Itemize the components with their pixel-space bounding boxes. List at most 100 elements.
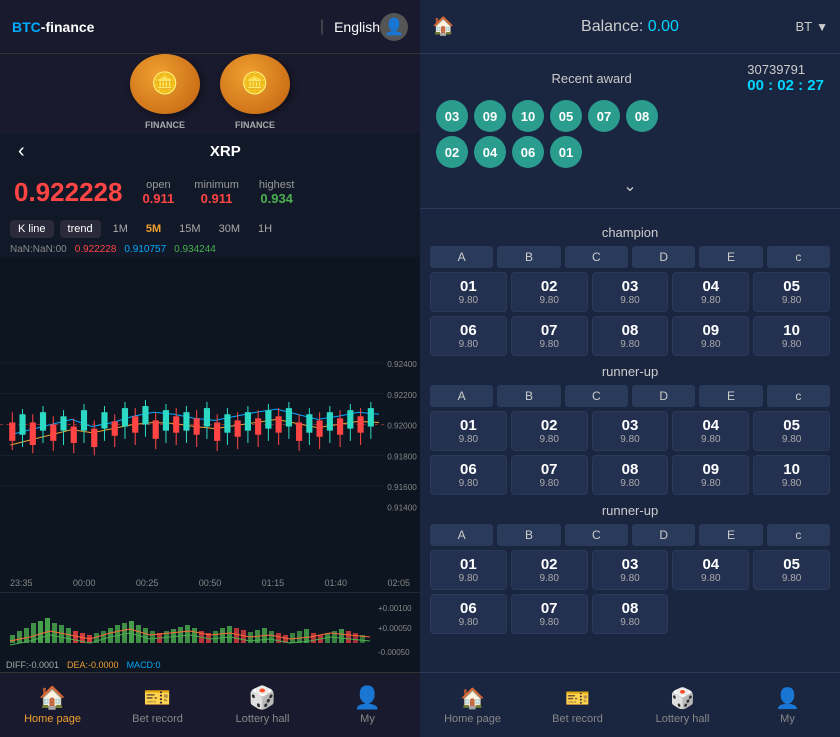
ru1-col-e[interactable]: E <box>699 385 762 407</box>
col-a[interactable]: A <box>430 246 493 268</box>
ru2-bet-07[interactable]: 079.80 <box>511 594 588 634</box>
rnav-lottery[interactable]: 🎲 Lottery hall <box>630 686 735 725</box>
betting-section: champion A B C D E c 019.80 029.80 039.8… <box>420 209 840 672</box>
my-icon: 👤 <box>354 685 381 711</box>
right-bottom-nav: 🏠 Home page 🎫 Bet record 🎲 Lottery hall … <box>420 672 840 737</box>
ru2-bet-08[interactable]: 089.80 <box>592 594 669 634</box>
recent-award-section: Recent award 30739791 00 : 02 : 27 03 09… <box>420 54 840 209</box>
ru2-bet-06[interactable]: 069.80 <box>430 594 507 634</box>
nav-lottery-label: Lottery hall <box>236 713 290 725</box>
col-e[interactable]: E <box>699 246 762 268</box>
ru1-col-c[interactable]: C <box>565 385 628 407</box>
rnav-bet-record[interactable]: 🎫 Bet record <box>525 686 630 725</box>
min-stat: minimum 0.911 <box>194 179 239 206</box>
ru1-bet-02[interactable]: 029.80 <box>511 411 588 451</box>
time-1m[interactable]: 1M <box>107 220 134 238</box>
ru2-bet-01[interactable]: 019.80 <box>430 550 507 590</box>
kline-button[interactable]: K line <box>10 220 54 238</box>
ru1-col-b[interactable]: B <box>497 385 560 407</box>
coin-name-bar: ‹ XRP <box>0 134 420 169</box>
rnav-my[interactable]: 👤 My <box>735 686 840 725</box>
ru2-col-a[interactable]: A <box>430 524 493 546</box>
ball-09: 09 <box>474 100 506 132</box>
time-1h[interactable]: 1H <box>252 220 278 238</box>
col-b[interactable]: B <box>497 246 560 268</box>
bet-cell-05[interactable]: 059.80 <box>753 272 830 312</box>
nan-label: NaN:NaN:00 <box>10 244 67 255</box>
nav-lottery[interactable]: 🎲 Lottery hall <box>210 681 315 729</box>
nav-my-label: My <box>360 713 375 725</box>
ball-07: 07 <box>588 100 620 132</box>
ru2-col-d[interactable]: D <box>632 524 695 546</box>
time-30m[interactable]: 30M <box>213 220 246 238</box>
ru1-bet-07[interactable]: 079.80 <box>511 455 588 495</box>
chart-controls: K line trend 1M 5M 15M 30M 1H <box>0 216 420 242</box>
macd-labels-bar: DIFF:-0.0001 DEA:-0.0000 MACD:0 <box>6 660 161 670</box>
finance-coin-1: 🪙 FINANCE <box>130 54 200 114</box>
rnav-home[interactable]: 🏠 Home page <box>420 686 525 725</box>
bet-cell-06[interactable]: 069.80 <box>430 316 507 356</box>
balance-display: Balance: 0.00 <box>464 18 795 36</box>
ru1-bet-03[interactable]: 039.80 <box>592 411 669 451</box>
ru2-bet-02[interactable]: 029.80 <box>511 550 588 590</box>
col-c[interactable]: C <box>565 246 628 268</box>
ru1-bet-05[interactable]: 059.80 <box>753 411 830 451</box>
ru2-bet-04[interactable]: 049.80 <box>672 550 749 590</box>
nav-home-label: Home page <box>24 713 81 725</box>
ru2-col-e[interactable]: E <box>699 524 762 546</box>
ru1-col-a[interactable]: A <box>430 385 493 407</box>
diff-value: DIFF:-0.0001 <box>6 660 59 670</box>
bet-cell-02[interactable]: 029.80 <box>511 272 588 312</box>
balls-row1: 03 09 10 05 07 08 <box>436 100 824 132</box>
time-15m[interactable]: 15M <box>173 220 206 238</box>
ball-03: 03 <box>436 100 468 132</box>
nav-bet-record[interactable]: 🎫 Bet record <box>105 681 210 729</box>
nav-home[interactable]: 🏠 Home page <box>0 681 105 729</box>
ru1-bet-06[interactable]: 069.80 <box>430 455 507 495</box>
ru2-bet-05[interactable]: 059.80 <box>753 550 830 590</box>
language-selector[interactable]: English <box>334 19 380 35</box>
finance-coin-2: 🪙 FINANCE <box>220 54 290 114</box>
bet-cell-01[interactable]: 019.80 <box>430 272 507 312</box>
ru1-bet-09[interactable]: 099.80 <box>672 455 749 495</box>
dropdown-arrow-icon[interactable]: ▼ <box>816 20 828 34</box>
ru2-col-c2[interactable]: c <box>767 524 830 546</box>
ru1-bet-01[interactable]: 019.80 <box>430 411 507 451</box>
prev-coin-button[interactable]: ‹ <box>6 140 37 163</box>
bet-cell-03[interactable]: 039.80 <box>592 272 669 312</box>
bet-cell-10[interactable]: 109.80 <box>753 316 830 356</box>
balance-label: Balance: <box>581 18 643 35</box>
runnerup1-col-headers: A B C D E c <box>430 385 830 407</box>
trend-button[interactable]: trend <box>60 220 101 238</box>
rnav-my-label: My <box>780 713 795 725</box>
ru1-col-c2[interactable]: c <box>767 385 830 407</box>
rnav-my-icon: 👤 <box>775 686 800 711</box>
chevron-down-icon[interactable]: ⌄ <box>436 172 824 200</box>
svg-text:-0.00050: -0.00050 <box>378 648 410 657</box>
ru1-col-d[interactable]: D <box>632 385 695 407</box>
runnerup2-bet-grid: 019.80 029.80 039.80 049.80 059.80 069.8… <box>430 550 830 634</box>
col-c2[interactable]: c <box>767 246 830 268</box>
avatar[interactable]: 👤 <box>380 13 408 41</box>
ru2-col-c[interactable]: C <box>565 524 628 546</box>
bet-cell-09[interactable]: 099.80 <box>672 316 749 356</box>
nav-my[interactable]: 👤 My <box>315 681 420 729</box>
bet-cell-08[interactable]: 089.80 <box>592 316 669 356</box>
bet-cell-04[interactable]: 049.80 <box>672 272 749 312</box>
col-d[interactable]: D <box>632 246 695 268</box>
price-stats: open 0.911 minimum 0.911 highest 0.934 <box>142 179 294 206</box>
balance-value: 0.00 <box>648 18 679 35</box>
right-home-icon[interactable]: 🏠 <box>432 16 454 37</box>
ball-05: 05 <box>550 100 582 132</box>
ru2-col-b[interactable]: B <box>497 524 560 546</box>
bet-cell-07[interactable]: 079.80 <box>511 316 588 356</box>
ru1-bet-04[interactable]: 049.80 <box>672 411 749 451</box>
chart-info-bar: NaN:NaN:00 0.922228 0.910757 0.934244 <box>0 242 420 257</box>
ru1-bet-08[interactable]: 089.80 <box>592 455 669 495</box>
rnav-bet-icon: 🎫 <box>565 686 590 711</box>
ru1-bet-10[interactable]: 109.80 <box>753 455 830 495</box>
time-5m[interactable]: 5M <box>140 220 167 238</box>
macd-chart: +0.00100 +0.00050 -0.00050 DIFF:-0.0001 … <box>0 592 420 672</box>
lottery-icon: 🎲 <box>249 685 276 711</box>
ru2-bet-03[interactable]: 039.80 <box>592 550 669 590</box>
